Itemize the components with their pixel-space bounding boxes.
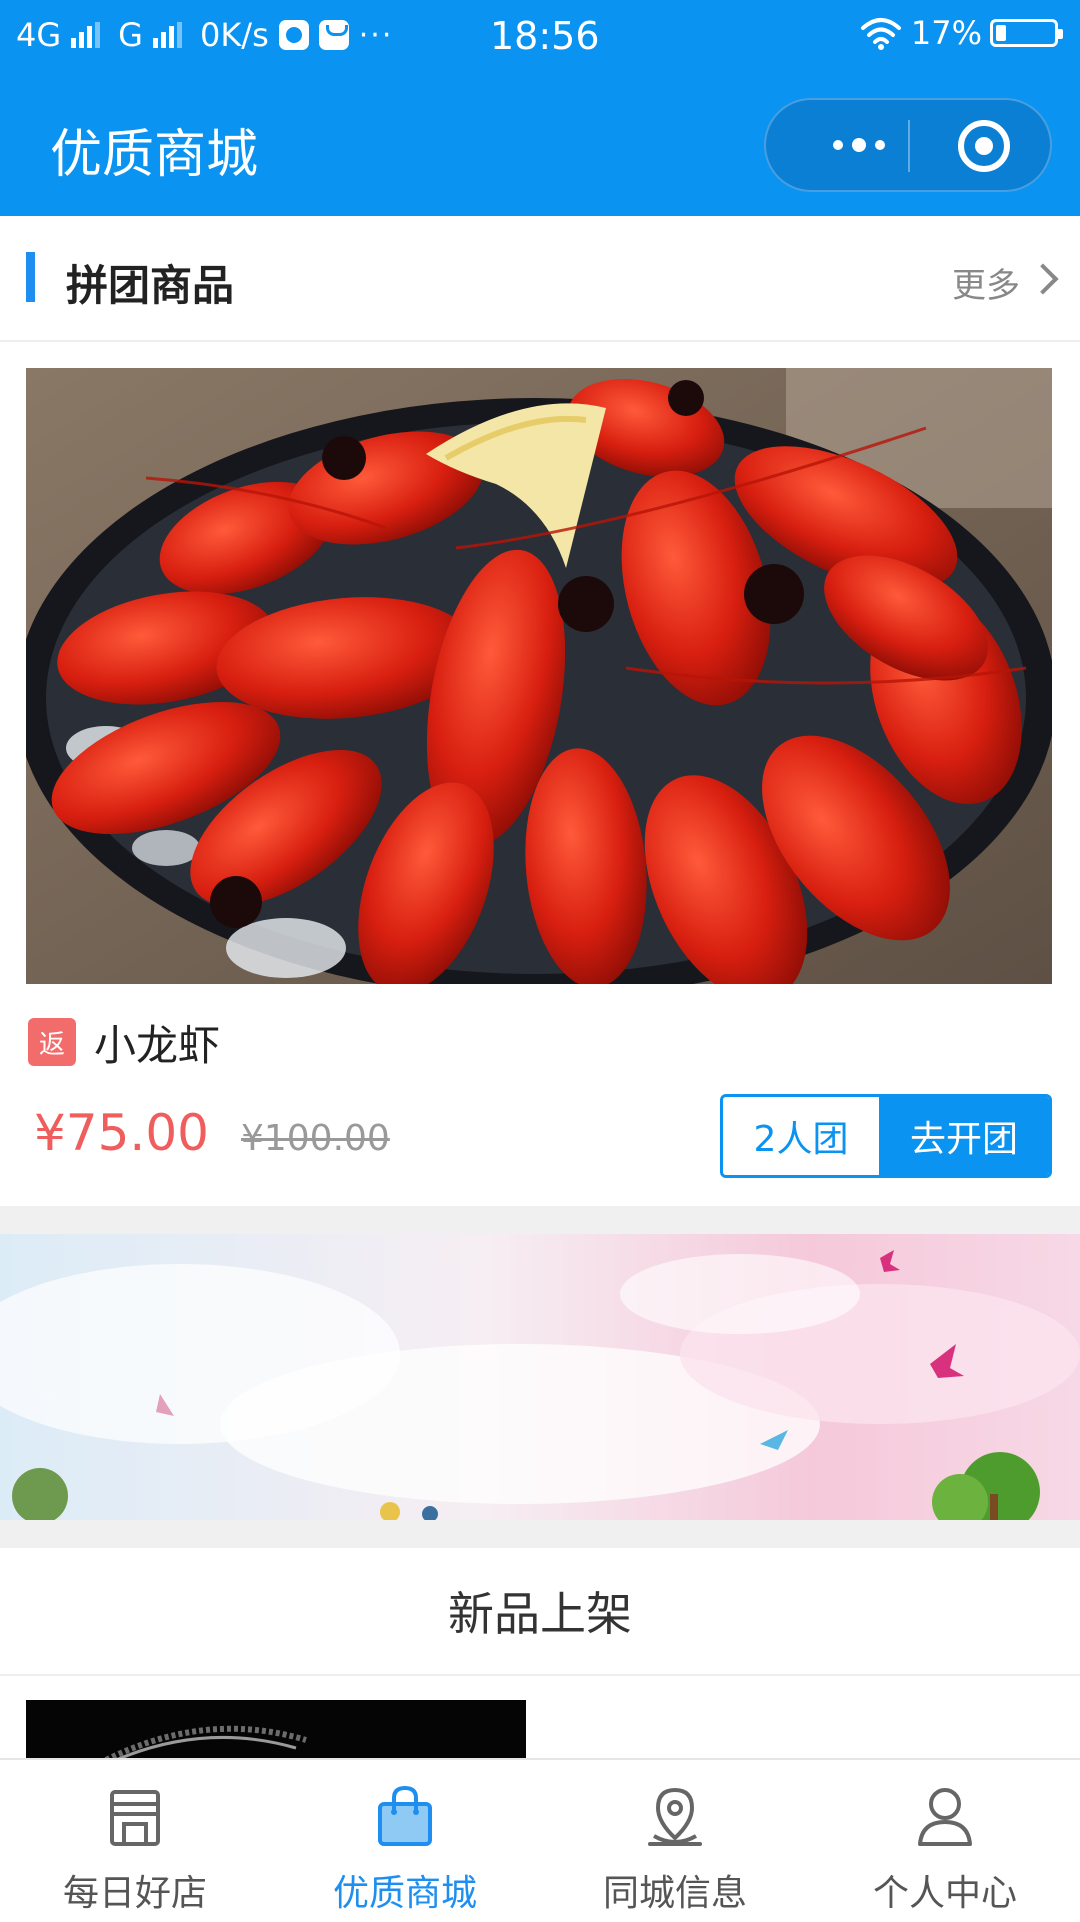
more-options-button[interactable] xyxy=(806,100,912,190)
group-size-label: 2人团 xyxy=(723,1097,879,1175)
tab-label: 优质商城 xyxy=(332,1873,477,1914)
capsule-divider xyxy=(908,120,910,172)
rebate-badge: 返 xyxy=(28,1018,76,1066)
tab-local-info[interactable]: 同城信息 xyxy=(540,1760,810,1922)
battery-percent: 17% xyxy=(910,14,982,52)
product-name-row: 返 小龙虾 xyxy=(28,1012,220,1072)
tab-bar: 每日好店 优质商城 同城信息 个人中心 xyxy=(0,1758,1080,1922)
start-group-button[interactable]: 2人团 去开团 xyxy=(720,1094,1052,1178)
network-speed: 0K/s xyxy=(199,16,269,54)
tab-daily-store[interactable]: 每日好店 xyxy=(0,1760,270,1922)
notification-bag-icon xyxy=(318,20,349,50)
product-image[interactable] xyxy=(26,368,1052,984)
notification-app-icon xyxy=(278,20,309,50)
tab-personal-center[interactable]: 个人中心 xyxy=(810,1760,1080,1922)
tab-label: 个人中心 xyxy=(872,1873,1017,1914)
tab-label: 同城信息 xyxy=(602,1873,747,1914)
status-bar: 4G G 0K/s ··· 18:56 17% xyxy=(0,0,1080,76)
store-icon xyxy=(110,1790,160,1846)
section-accent-bar xyxy=(26,252,35,302)
wifi-icon xyxy=(860,18,901,50)
clock: 18:56 xyxy=(490,14,600,58)
price-row: ¥75.00 ¥100.00 xyxy=(34,1104,390,1162)
status-left: 4G G 0K/s ··· xyxy=(16,16,393,54)
more-notifications-icon: ··· xyxy=(358,17,394,53)
battery-fill xyxy=(996,25,1006,41)
signal-icon xyxy=(71,22,101,48)
new-product-thumbnail[interactable] xyxy=(26,1700,526,1760)
original-price: ¥100.00 xyxy=(240,1118,390,1159)
start-group-label[interactable]: 去开团 xyxy=(879,1097,1049,1175)
chevron-right-icon[interactable] xyxy=(1027,263,1059,295)
status-right: 17% xyxy=(859,14,1063,52)
close-miniprogram-button[interactable] xyxy=(958,120,1010,172)
location-pin-icon xyxy=(648,1787,702,1846)
nav-bar: 优质商城 xyxy=(0,76,1080,216)
page-title: 优质商城 xyxy=(50,125,259,185)
user-icon xyxy=(918,1788,972,1846)
signal-icon-2 xyxy=(152,22,182,48)
network-label-g: G xyxy=(118,16,143,54)
network-label-4g: 4G xyxy=(16,16,62,54)
product-name[interactable]: 小龙虾 xyxy=(94,1012,220,1073)
new-arrivals-header: 新品上架 xyxy=(0,1548,1080,1676)
section-divider xyxy=(0,1206,1080,1234)
shopping-bag-icon xyxy=(378,1785,432,1846)
group-buy-header: 拼团商品 更多 xyxy=(0,216,1080,342)
tab-quality-mall[interactable]: 优质商城 xyxy=(270,1760,540,1922)
miniprogram-capsule xyxy=(764,98,1052,192)
section-title: 拼团商品 xyxy=(66,261,235,310)
more-link[interactable]: 更多 xyxy=(952,258,1020,307)
promo-banner[interactable] xyxy=(0,1234,1080,1520)
tab-label: 每日好店 xyxy=(62,1873,207,1914)
group-price: ¥75.00 xyxy=(34,1104,209,1162)
new-arrivals-title: 新品上架 xyxy=(448,1587,632,1641)
section-divider-2 xyxy=(0,1520,1080,1548)
battery-icon xyxy=(990,19,1063,47)
